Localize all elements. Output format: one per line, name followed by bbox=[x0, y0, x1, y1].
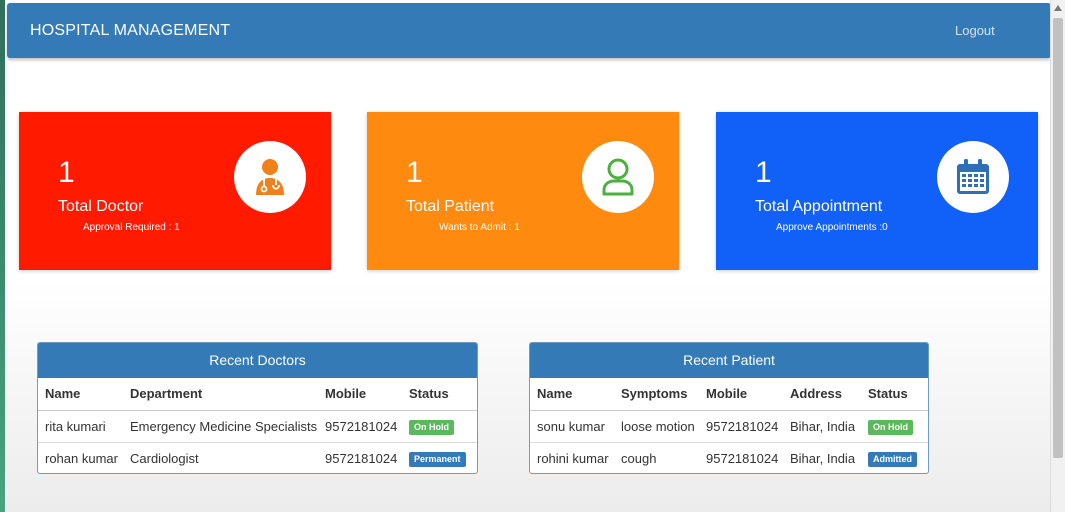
table-row: rohini kumar cough 9572181024 Bihar, Ind… bbox=[530, 441, 928, 474]
scrollbar-thumb[interactable] bbox=[1053, 18, 1063, 458]
patient-count: 1 bbox=[406, 156, 423, 189]
column-header: Department bbox=[123, 378, 318, 411]
doctor-name-cell: rohan kumar bbox=[38, 441, 123, 474]
table-row: rita kumari Emergency Medicine Specialis… bbox=[38, 410, 477, 442]
doctor-icon bbox=[256, 159, 284, 195]
patient-symptoms-cell: loose motion bbox=[621, 418, 695, 434]
status-badge: Permanent bbox=[409, 451, 466, 467]
scroll-up-arrow-icon[interactable] bbox=[1054, 5, 1062, 11]
patient-symptoms-cell: cough bbox=[614, 441, 699, 474]
brand-title[interactable]: HOSPITAL MANAGEMENT bbox=[30, 22, 230, 40]
patient-mobile-cell: 9572181024 bbox=[706, 418, 779, 434]
recent-patient-heading: Recent Patient bbox=[530, 343, 928, 378]
navbar: HOSPITAL MANAGEMENT Logout bbox=[7, 3, 1051, 58]
recent-patient-panel: Recent Patient Name Symptoms Mobile Addr… bbox=[529, 342, 929, 474]
user-icon bbox=[602, 158, 634, 196]
status-badge: Admitted bbox=[868, 451, 917, 467]
column-header: Symptoms bbox=[614, 378, 699, 411]
column-header: Name bbox=[530, 378, 614, 411]
total-appointment-card: 1 Total Appointment Approve Appointments… bbox=[716, 112, 1038, 270]
recent-patient-table: Name Symptoms Mobile Address Status sonu… bbox=[530, 378, 928, 474]
doctor-name-cell: rita kumari bbox=[45, 418, 106, 434]
calendar-icon bbox=[957, 159, 989, 194]
patient-name-cell: sonu kumar bbox=[537, 418, 605, 434]
doctor-card-title: Total Doctor bbox=[58, 198, 144, 215]
total-patient-card: 1 Total Patient Wants to Admit : 1 bbox=[367, 112, 679, 270]
status-badge: On Hold bbox=[868, 419, 913, 435]
doctor-icon-circle bbox=[234, 141, 306, 213]
status-badge: On Hold bbox=[409, 419, 454, 435]
patient-status-cell: On Hold bbox=[861, 410, 928, 442]
appointment-count: 1 bbox=[755, 156, 772, 189]
patient-status-cell: Admitted bbox=[861, 441, 928, 474]
recent-doctors-table: Name Department Mobile Status rita kumar… bbox=[38, 378, 477, 474]
patient-name-cell: rohini kumar bbox=[530, 441, 614, 474]
total-doctor-card: 1 Total Doctor Approval Required : 1 bbox=[19, 112, 331, 270]
table-row: sonu kumar loose motion 9572181024 Bihar… bbox=[530, 410, 928, 442]
column-header: Status bbox=[861, 378, 928, 411]
vertical-scrollbar[interactable] bbox=[1050, 0, 1065, 512]
recent-doctors-panel: Recent Doctors Name Department Mobile St… bbox=[37, 342, 478, 474]
appointment-card-title: Total Appointment bbox=[755, 198, 883, 215]
patient-icon-circle bbox=[582, 141, 654, 213]
doctor-status-cell: Permanent bbox=[402, 441, 477, 474]
appointment-approve-text: Approve Appointments :0 bbox=[776, 222, 888, 233]
column-header: Address bbox=[783, 378, 861, 411]
column-header: Status bbox=[402, 378, 477, 411]
doctor-count: 1 bbox=[58, 156, 75, 189]
table-header-row: Name Department Mobile Status bbox=[38, 378, 477, 411]
doctor-department-cell: Cardiologist bbox=[123, 441, 318, 474]
table-row: rohan kumar Cardiologist 9572181024 Perm… bbox=[38, 441, 477, 474]
patient-address-cell: Bihar, India bbox=[790, 418, 856, 434]
recent-doctors-heading: Recent Doctors bbox=[38, 343, 477, 378]
page: HOSPITAL MANAGEMENT Logout 1 Total Docto… bbox=[5, 0, 1051, 512]
doctor-status-cell: On Hold bbox=[402, 410, 477, 442]
patient-address-cell: Bihar, India bbox=[783, 441, 861, 474]
patient-card-title: Total Patient bbox=[406, 198, 495, 215]
doctor-mobile-cell: 9572181024 bbox=[318, 441, 402, 474]
doctor-department-cell: Emergency Medicine Specialists bbox=[130, 418, 318, 434]
table-header-row: Name Symptoms Mobile Address Status bbox=[530, 378, 928, 411]
patient-admit-text: Wants to Admit : 1 bbox=[439, 222, 520, 233]
column-header: Mobile bbox=[318, 378, 402, 411]
column-header: Name bbox=[38, 378, 123, 411]
doctor-approval-text: Approval Required : 1 bbox=[83, 222, 180, 233]
logout-link[interactable]: Logout bbox=[955, 23, 995, 38]
appointment-icon-circle bbox=[937, 141, 1009, 213]
patient-mobile-cell: 9572181024 bbox=[699, 441, 783, 474]
column-header: Mobile bbox=[699, 378, 783, 411]
doctor-mobile-cell: 9572181024 bbox=[325, 418, 398, 434]
